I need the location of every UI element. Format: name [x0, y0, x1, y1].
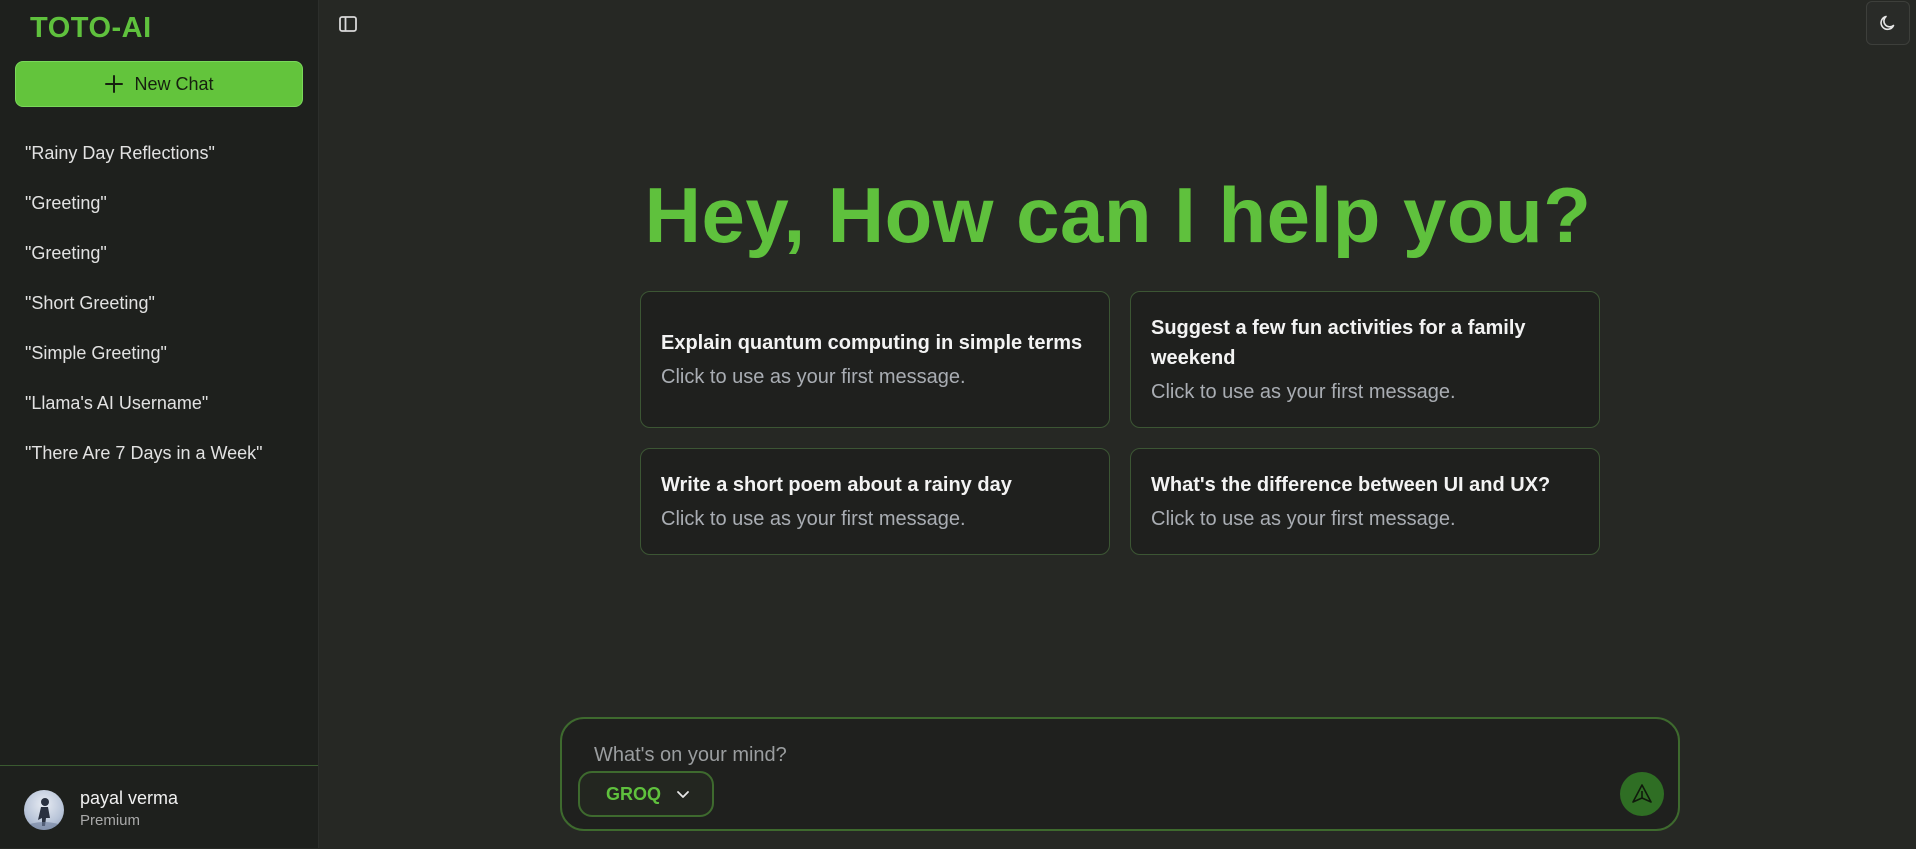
sidebar-toggle-icon — [339, 16, 357, 32]
chat-history-item[interactable]: "Short Greeting" — [0, 282, 318, 332]
avatar-figure-icon — [30, 798, 58, 830]
user-profile[interactable]: payal verma Premium — [0, 765, 318, 849]
chevron-down-icon — [677, 791, 689, 798]
send-icon — [1632, 784, 1652, 803]
sidebar: TOTO-AI New Chat "Rainy Day Reflections"… — [0, 0, 319, 848]
toggle-sidebar-button[interactable] — [336, 12, 360, 36]
model-selector-label: GROQ — [606, 783, 662, 804]
message-composer: GROQ — [560, 717, 1680, 831]
plus-icon — [105, 75, 124, 93]
chat-history-item[interactable]: "Rainy Day Reflections" — [0, 132, 318, 182]
chat-history-list: "Rainy Day Reflections" "Greeting" "Gree… — [0, 132, 318, 482]
suggestion-subtitle: Click to use as your first message. — [1151, 507, 1456, 530]
suggestion-card[interactable]: What's the difference between UI and UX?… — [1130, 448, 1600, 555]
suggestion-card[interactable]: Write a short poem about a rainy day Cli… — [640, 448, 1110, 555]
chat-history-item[interactable]: "Llama's AI Username" — [0, 382, 318, 432]
chat-history-item[interactable]: "Greeting" — [0, 232, 318, 282]
avatar — [24, 790, 64, 830]
chat-history-item[interactable]: "Greeting" — [0, 182, 318, 232]
moon-icon — [1880, 15, 1895, 31]
message-input[interactable] — [592, 739, 1596, 771]
suggestion-card[interactable]: Suggest a few fun activities for a famil… — [1130, 291, 1600, 428]
new-chat-button[interactable]: New Chat — [15, 61, 303, 107]
suggestion-title: Explain quantum computing in simple term… — [661, 331, 1083, 354]
suggestion-title: Write a short poem about a rainy day — [661, 473, 1012, 496]
app-logo[interactable]: TOTO-AI — [30, 12, 152, 45]
suggestion-subtitle: Click to use as your first message. — [1151, 380, 1456, 403]
suggestion-subtitle: Click to use as your first message. — [661, 365, 966, 388]
send-button[interactable] — [1620, 772, 1664, 816]
suggestion-card[interactable]: Explain quantum computing in simple term… — [640, 291, 1110, 428]
suggestion-title: Suggest a few fun activities for a famil… — [1151, 316, 1526, 369]
theme-toggle-button[interactable] — [1866, 1, 1910, 45]
model-selector[interactable]: GROQ — [578, 771, 714, 817]
user-plan-badge: Premium — [80, 812, 141, 829]
suggestion-title: What's the difference between UI and UX? — [1151, 473, 1551, 496]
page-title: Hey, How can I help you? — [644, 171, 1592, 259]
chat-history-item[interactable]: "Simple Greeting" — [0, 332, 318, 382]
new-chat-label: New Chat — [134, 73, 214, 94]
chat-history-item[interactable]: "There Are 7 Days in a Week" — [0, 432, 318, 482]
user-name: payal verma — [80, 788, 179, 808]
suggestion-subtitle: Click to use as your first message. — [661, 507, 966, 530]
